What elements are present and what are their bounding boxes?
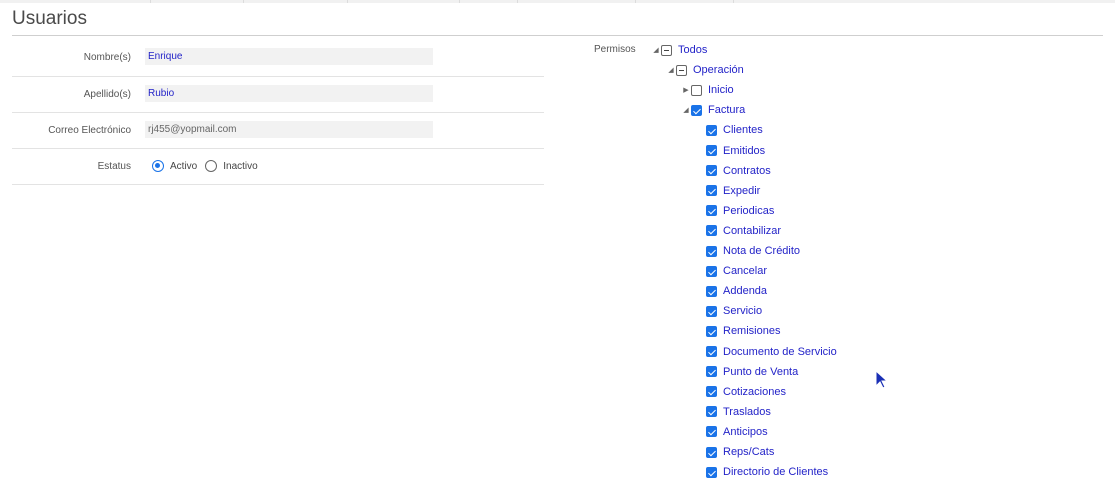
permission-label[interactable]: Servicio: [723, 305, 762, 317]
permission-checkbox[interactable]: [706, 446, 717, 458]
tree-item[interactable]: Punto de Venta: [696, 365, 798, 379]
permission-label[interactable]: Nota de Crédito: [723, 245, 800, 257]
top-tab-strip: [0, 0, 1115, 3]
permission-checkbox[interactable]: [691, 104, 702, 116]
tree-item[interactable]: Contratos: [696, 164, 771, 178]
tree-item[interactable]: Nota de Crédito: [696, 244, 800, 258]
permission-checkbox[interactable]: [706, 124, 717, 136]
title-divider: [12, 35, 1103, 36]
estatus-label: Estatus: [97, 161, 131, 172]
estatus-radio-group: Activo Inactivo: [152, 160, 266, 172]
tree-item[interactable]: Emitidos: [696, 144, 765, 158]
permission-checkbox[interactable]: [706, 346, 717, 357]
tree-item[interactable]: Directorio de Clientes: [696, 465, 828, 479]
permission-checkbox[interactable]: [706, 265, 717, 277]
tree-item[interactable]: ◢ Operación: [666, 63, 744, 77]
tree-item[interactable]: Periodicas: [696, 204, 774, 218]
email-input[interactable]: [145, 121, 433, 138]
tree-item[interactable]: ◢ Todos: [651, 43, 707, 57]
permission-label[interactable]: Clientes: [723, 124, 763, 136]
permission-label[interactable]: Documento de Servicio: [723, 346, 837, 358]
permission-checkbox[interactable]: [706, 225, 717, 237]
permission-label[interactable]: Anticipos: [723, 426, 768, 438]
tree-item[interactable]: ◢ Factura: [681, 103, 745, 117]
permission-label[interactable]: Addenda: [723, 285, 767, 297]
permission-label[interactable]: Periodicas: [723, 205, 774, 217]
permission-checkbox[interactable]: [676, 64, 687, 76]
activo-radio-label[interactable]: Activo: [170, 161, 197, 172]
permission-checkbox[interactable]: [706, 245, 717, 257]
permission-label[interactable]: Reps/Cats: [723, 446, 774, 458]
permission-checkbox[interactable]: [706, 165, 717, 177]
permission-checkbox[interactable]: [706, 205, 717, 217]
apellido-label: Apellido(s): [83, 89, 131, 100]
tree-item[interactable]: Cotizaciones: [696, 385, 786, 399]
tree-item[interactable]: Servicio: [696, 304, 762, 318]
expand-arrow-icon[interactable]: ◢: [651, 46, 661, 54]
permission-label[interactable]: Punto de Venta: [723, 366, 798, 378]
permisos-label: Permisos: [594, 44, 636, 55]
permission-checkbox[interactable]: [706, 426, 717, 438]
permission-label[interactable]: Factura: [708, 104, 745, 116]
tree-item[interactable]: Remisiones: [696, 324, 780, 338]
form-row-correo: Correo Electrónico: [12, 112, 544, 149]
form-row-estatus: Estatus Activo Inactivo: [12, 148, 544, 185]
permission-checkbox[interactable]: [706, 145, 717, 156]
permission-label[interactable]: Cotizaciones: [723, 386, 786, 398]
permission-label[interactable]: Inicio: [708, 84, 734, 96]
permission-checkbox[interactable]: [706, 386, 717, 398]
tree-item[interactable]: Cancelar: [696, 264, 767, 278]
tree-item[interactable]: Expedir: [696, 184, 760, 198]
permission-label[interactable]: Operación: [693, 64, 744, 76]
tree-item[interactable]: Contabilizar: [696, 224, 781, 238]
expand-arrow-icon[interactable]: ◢: [666, 66, 676, 74]
permission-checkbox[interactable]: [706, 185, 717, 197]
collapse-arrow-icon[interactable]: ▶: [681, 86, 691, 94]
permission-checkbox[interactable]: [706, 406, 717, 418]
permission-label[interactable]: Todos: [678, 44, 707, 56]
correo-label: Correo Electrónico: [48, 125, 131, 136]
inactivo-radio[interactable]: [205, 160, 218, 172]
permission-label[interactable]: Directorio de Clientes: [723, 466, 828, 478]
tree-item[interactable]: Clientes: [696, 123, 763, 137]
permission-label[interactable]: Cancelar: [723, 265, 767, 277]
permission-checkbox[interactable]: [661, 44, 672, 56]
permission-checkbox[interactable]: [706, 466, 717, 478]
permission-label[interactable]: Emitidos: [723, 145, 765, 157]
permission-checkbox[interactable]: [706, 305, 717, 317]
tree-item[interactable]: Traslados: [696, 405, 771, 419]
permission-label[interactable]: Contratos: [723, 165, 771, 177]
page-title: Usuarios: [12, 8, 87, 29]
tree-item[interactable]: ▶ Inicio: [681, 83, 734, 97]
mouse-pointer-icon: [875, 370, 889, 389]
permission-label[interactable]: Expedir: [723, 185, 760, 197]
tree-item[interactable]: Anticipos: [696, 425, 768, 439]
nombre-input[interactable]: [145, 48, 433, 65]
permission-checkbox[interactable]: [706, 366, 717, 378]
activo-radio[interactable]: [152, 160, 164, 172]
form-row-apellido: Apellido(s): [12, 76, 544, 113]
inactivo-radio-label[interactable]: Inactivo: [223, 161, 257, 172]
permission-checkbox[interactable]: [706, 325, 717, 337]
tree-item[interactable]: Reps/Cats: [696, 445, 774, 459]
apellido-input[interactable]: [145, 85, 433, 102]
permission-checkbox[interactable]: [691, 84, 702, 96]
nombre-label: Nombre(s): [83, 52, 131, 63]
permission-label[interactable]: Traslados: [723, 406, 771, 418]
tree-item[interactable]: Addenda: [696, 284, 767, 298]
permission-label[interactable]: Contabilizar: [723, 225, 781, 237]
expand-arrow-icon[interactable]: ◢: [681, 106, 691, 114]
form-row-nombre: Nombre(s): [12, 40, 544, 77]
permission-label[interactable]: Remisiones: [723, 325, 780, 337]
permission-checkbox[interactable]: [706, 285, 717, 297]
tree-item[interactable]: Documento de Servicio: [696, 345, 837, 359]
